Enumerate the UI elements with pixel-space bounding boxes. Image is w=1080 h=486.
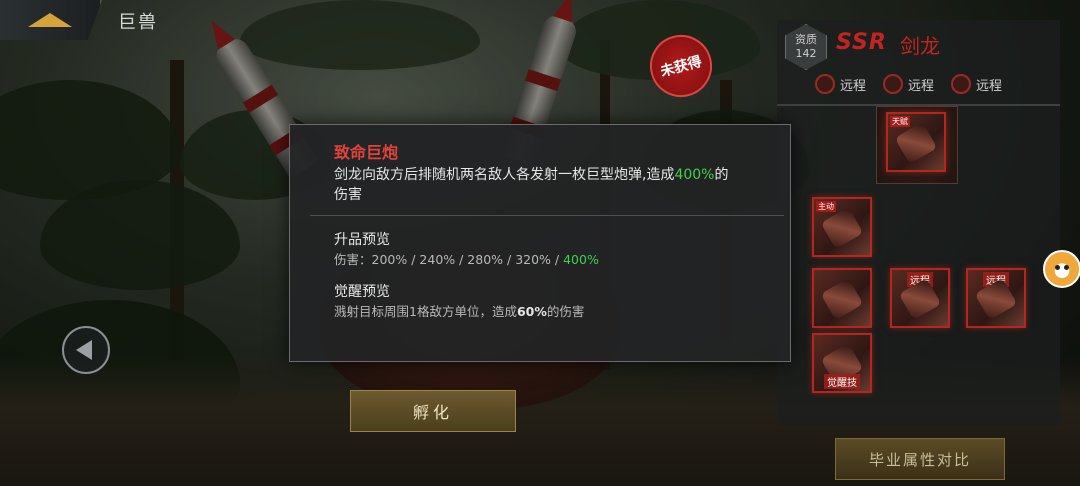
active-skill-card[interactable]: 主动: [812, 197, 872, 257]
skill-type-label: 主动: [816, 201, 836, 212]
compare-attributes-button[interactable]: 毕业属性对比: [835, 438, 1005, 480]
awaken-skill-card[interactable]: 觉醒技: [812, 333, 872, 393]
quality-value: 142: [795, 47, 817, 60]
ranged-skill-card-1[interactable]: 远程: [890, 268, 950, 328]
upgrade-values: 200% / 240% / 280% / 320% /: [371, 252, 564, 267]
back-arrow-icon: [28, 13, 72, 27]
chevron-left-icon: [76, 340, 92, 360]
skill-tag: 远程: [815, 74, 866, 94]
spike-skill-icon: [974, 278, 1018, 320]
missile-skill-icon: [894, 122, 938, 164]
skill-tooltip: 致命巨炮 剑龙向敌方后排随机两名敌人各发射一枚巨型炮弹,造成400%的伤害 升品…: [289, 124, 791, 362]
upgrade-max-value: 400%: [563, 252, 599, 267]
claw-skill-card[interactable]: [812, 268, 872, 328]
skill-tag: 远程: [951, 74, 1002, 94]
page-title: 巨兽: [118, 12, 158, 33]
assistant-cat-icon[interactable]: [1043, 250, 1080, 288]
skill-tag-label: 远程: [840, 78, 867, 94]
upgrade-preview-heading: 升品预览: [334, 232, 390, 248]
upgrade-prefix: 伤害：: [334, 252, 372, 267]
skill-tag-label: 远程: [976, 78, 1003, 94]
skill-description-text: 剑龙向敌方后排随机两名敌人各发射一枚巨型炮弹,造成: [334, 167, 675, 183]
skill-name: 致命巨炮: [334, 143, 399, 162]
hatch-button[interactable]: 孵化: [350, 390, 516, 432]
talent-skill-card[interactable]: 天赋: [886, 112, 946, 172]
awaken-value: 60%: [516, 304, 547, 319]
ranged-icon: [951, 74, 972, 94]
skill-tag-label: 远程: [908, 78, 935, 94]
claw-skill-icon: [820, 278, 864, 320]
quality-label: 资质: [795, 33, 817, 46]
awaken-prefix: 溅射目标周围1格敌方单位，造成: [334, 304, 517, 319]
skill-type-label: 觉醒技: [824, 374, 860, 389]
divider: [310, 215, 784, 216]
previous-arrow-button[interactable]: [62, 326, 110, 374]
awaken-preview-heading: 觉醒预览: [334, 284, 390, 300]
awaken-suffix: 的伤害: [546, 304, 585, 319]
ranged-icon: [883, 74, 904, 94]
skill-damage-value: 400%: [674, 167, 715, 183]
dino-name: 剑龙: [900, 34, 940, 58]
missile-skill-icon: [820, 207, 864, 249]
skill-type-label: 天赋: [890, 116, 910, 127]
ranged-skill-card-2[interactable]: 远程: [966, 268, 1026, 328]
spike-skill-icon: [898, 278, 942, 320]
ranged-icon: [815, 74, 835, 94]
skill-tags: 远程 远程 远程: [815, 74, 1002, 94]
skill-tag: 远程: [883, 74, 934, 94]
back-button[interactable]: [0, 0, 102, 40]
awaken-preview-text: 溅射目标周围1格敌方单位，造成60%的伤害: [334, 301, 584, 320]
upgrade-preview-values: 伤害：200% / 240% / 280% / 320% / 400%: [334, 249, 599, 268]
skill-description: 剑龙向敌方后排随机两名敌人各发射一枚巨型炮弹,造成400%的伤害: [334, 165, 734, 205]
rarity-badge: SSR: [836, 30, 887, 55]
